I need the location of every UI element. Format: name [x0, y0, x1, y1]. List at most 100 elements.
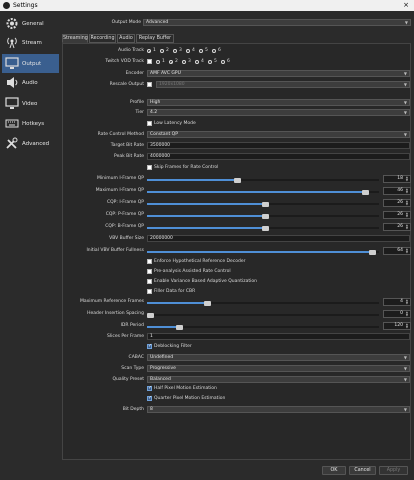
sidebar-item-audio[interactable]: Audio [2, 73, 59, 92]
spin-arrows-icon[interactable]: ▲ ▼ [404, 212, 410, 218]
target-bitrate-input[interactable]: 3500000 [147, 142, 410, 149]
half-pixel-checkbox[interactable] [147, 385, 152, 391]
bit-depth-select[interactable]: 8 ▼ [147, 406, 410, 413]
twitch-vod-radio-6[interactable] [221, 60, 225, 64]
cqp-p-slider[interactable] [147, 213, 379, 219]
spin-arrows-icon[interactable]: ▲ ▼ [404, 224, 410, 230]
sidebar-item-advanced[interactable]: Advanced [2, 134, 59, 153]
slider-handle[interactable] [261, 225, 269, 231]
idr-period-slider[interactable] [147, 324, 379, 330]
ok-button[interactable]: OK [322, 466, 346, 475]
twitch-vod-radio-3[interactable] [182, 60, 186, 64]
cabac-select[interactable]: Undefined ▼ [147, 354, 410, 361]
vbv-fullness-slider[interactable] [147, 249, 379, 255]
slices-input[interactable]: 1 [147, 333, 410, 340]
slider-handle[interactable] [261, 213, 269, 219]
scan-type-select[interactable]: Progressive ▼ [147, 365, 410, 372]
skip-frames-checkbox[interactable] [147, 165, 152, 170]
sidebar-item-label: Audio [22, 80, 38, 86]
spin-arrows-icon[interactable]: ▲ ▼ [404, 299, 410, 305]
audio-track-radio-5[interactable] [199, 49, 203, 53]
tab-streaming[interactable]: Streaming [62, 34, 88, 43]
quality-preset-label: Quality Preset [112, 377, 144, 382]
spin-arrows-icon[interactable]: ▲ ▼ [404, 323, 410, 329]
cqp-b-slider[interactable] [147, 225, 379, 231]
filler-data-checkbox[interactable] [147, 289, 152, 294]
twitch-vod-radio-1[interactable] [156, 60, 160, 64]
max-ref-frames-spinbox[interactable]: 4 ▲ ▼ [383, 298, 411, 306]
cqp-i-spinbox[interactable]: 26 ▲ ▼ [383, 199, 411, 207]
min-qp-slider[interactable] [147, 177, 379, 183]
output-mode-label: Output Mode [111, 20, 141, 25]
sidebar-item-label: General [22, 21, 44, 27]
tab-recording[interactable]: Recording [89, 34, 116, 43]
tab-replay-buffer[interactable]: Replay Buffer [136, 34, 174, 43]
header-spacing-label: Header Insertion Spacing [87, 311, 144, 316]
obs-logo-icon [3, 2, 10, 9]
slider-handle[interactable] [175, 324, 183, 330]
slider-handle[interactable] [147, 312, 154, 318]
slider-handle[interactable] [361, 189, 369, 195]
vbaq-checkbox[interactable] [147, 279, 152, 284]
spin-arrows-icon[interactable]: ▲ ▼ [404, 248, 410, 254]
slider-handle[interactable] [203, 300, 211, 306]
cqp-b-spinbox[interactable]: 26 ▲ ▼ [383, 223, 411, 231]
vbv-size-input[interactable]: 20000000 [147, 235, 410, 242]
twitch-vod-radio-4[interactable] [195, 60, 199, 64]
spin-arrows-icon[interactable]: ▲ ▼ [404, 200, 410, 206]
enforce-hrd-checkbox[interactable] [147, 259, 152, 264]
vbaq-label: Enable Variance Based Adaptive Quantizat… [154, 279, 257, 284]
audio-track-radio-3[interactable] [173, 49, 177, 53]
peak-bitrate-input[interactable]: 4000000 [147, 153, 410, 160]
max-qp-spinbox[interactable]: 46 ▲ ▼ [383, 187, 411, 195]
idr-period-spinbox[interactable]: 120 ▲ ▼ [383, 322, 411, 330]
min-qp-spinbox[interactable]: 18 ▲ ▼ [383, 175, 411, 183]
audio-track-radio-1[interactable] [147, 49, 151, 53]
header-spacing-spinbox[interactable]: 0 ▲ ▼ [383, 310, 411, 318]
close-icon[interactable]: × [403, 1, 409, 9]
vbv-fullness-spinbox[interactable]: 64 ▲ ▼ [383, 247, 411, 255]
spin-arrows-icon[interactable]: ▲ ▼ [404, 188, 410, 194]
apply-button[interactable]: Apply [379, 466, 408, 475]
profile-select[interactable]: High ▼ [147, 99, 410, 106]
rescale-output-checkbox[interactable] [147, 82, 152, 87]
output-mode-select[interactable]: Advanced ▼ [143, 19, 411, 26]
audio-track-radio-4[interactable] [186, 49, 190, 53]
enforce-hrd-label: Enforce Hypothetical Reference Decoder [154, 259, 246, 264]
spin-arrows-icon[interactable]: ▲ ▼ [404, 176, 410, 182]
slices-label: Slices Per Frame [107, 334, 144, 339]
slider-handle[interactable] [233, 177, 241, 183]
spin-arrows-icon[interactable]: ▲ ▼ [404, 311, 410, 317]
audio-track-radio-6[interactable] [212, 49, 216, 53]
max-qp-slider[interactable] [147, 189, 379, 195]
twitch-vod-radio-5[interactable] [208, 60, 212, 64]
preanalysis-checkbox[interactable] [147, 269, 152, 274]
deblocking-checkbox[interactable] [147, 343, 152, 349]
rescale-resolution-select[interactable]: 1920x1080 ▼ [156, 81, 410, 88]
twitch-vod-radio-2[interactable] [169, 60, 173, 64]
quarter-pixel-checkbox[interactable] [147, 395, 152, 401]
cqp-p-spinbox[interactable]: 26 ▲ ▼ [383, 211, 411, 219]
encoder-select[interactable]: AMF AVC GPU ▼ [147, 70, 410, 77]
tab-audio[interactable]: Audio [117, 34, 135, 43]
sidebar-item-general[interactable]: General [2, 14, 59, 33]
twitch-vod-checkbox[interactable] [147, 59, 152, 64]
sidebar-item-hotkeys[interactable]: Hotkeys [2, 114, 59, 133]
slider-handle[interactable] [261, 201, 269, 207]
cqp-i-slider[interactable] [147, 201, 379, 207]
rate-control-select[interactable]: Constant QP ▼ [147, 131, 410, 138]
low-latency-checkbox[interactable] [147, 121, 152, 126]
tier-select[interactable]: 4.2 ▼ [147, 109, 410, 116]
sidebar-item-stream[interactable]: Stream [2, 33, 59, 52]
sidebar-item-video[interactable]: Video [2, 94, 59, 113]
sidebar-item-output[interactable]: Output [2, 54, 59, 73]
cancel-button[interactable]: Cancel [349, 466, 376, 475]
slider-handle[interactable] [368, 249, 376, 255]
quality-preset-select[interactable]: Balanced ▼ [147, 376, 410, 383]
chevron-down-icon: ▼ [403, 71, 407, 76]
sidebar-item-label: Advanced [22, 141, 50, 147]
audio-track-radio-2[interactable] [160, 49, 164, 53]
header-spacing-slider[interactable] [147, 312, 379, 318]
sidebar-item-label: Video [22, 101, 38, 107]
max-ref-frames-slider[interactable] [147, 300, 379, 306]
